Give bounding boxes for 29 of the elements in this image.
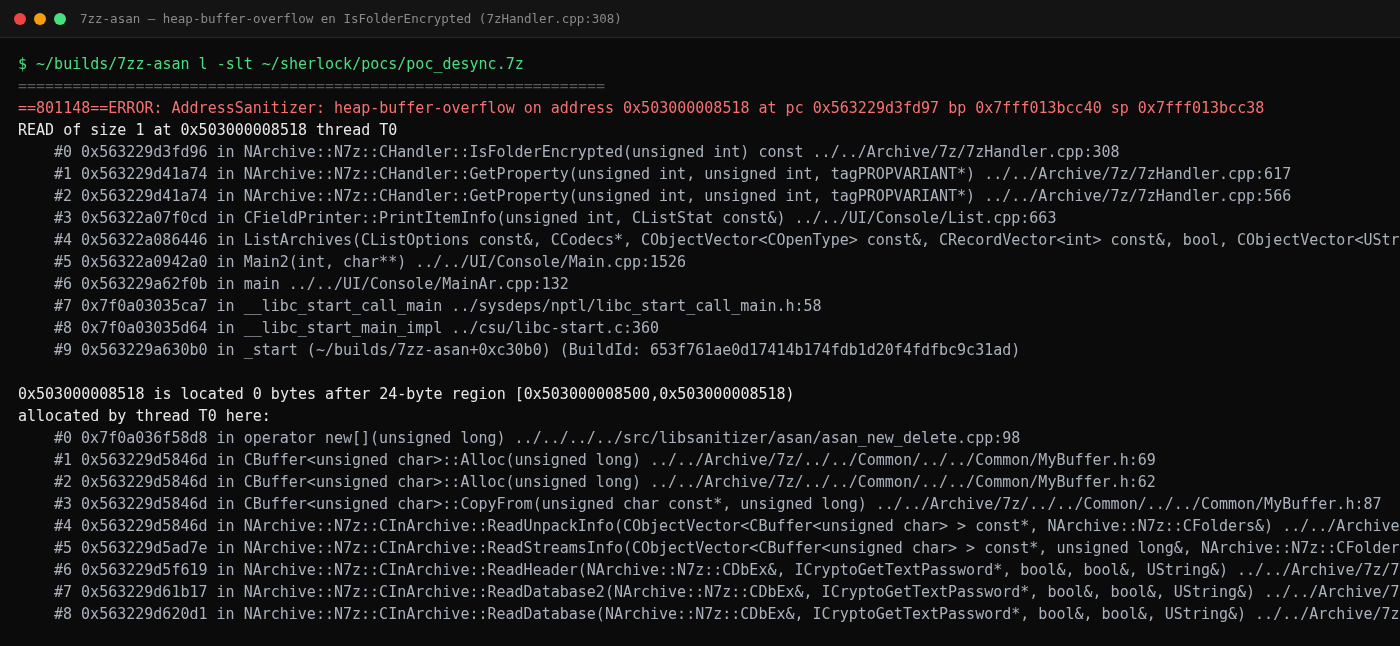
stack-frame-line: #3 0x56322a07f0cd in CFieldPrinter::PrintItemInfo(unsigned int, CListStat const&) ../../UI/Console/List.cpp:663 <box>54 208 1057 229</box>
command-line: $ ~/builds/7zz-asan l -slt ~/sherlock/pocs/poc_desync.7z <box>18 54 524 75</box>
stack-frame-line: #1 0x563229d5846d in CBuffer<unsigned char>::Alloc(unsigned long) ../../Archive/7z/../../Common/../../Common/MyBuffer.h:69 <box>54 450 1156 471</box>
stack-frame-line: #8 0x7f0a03035d64 in __libc_start_main_impl ../csu/libc-start.c:360 <box>54 318 660 339</box>
stack-frame-line: #8 0x563229d620d1 in NArchive::N7z::CInArchive::ReadDatabase(NArchive::N7z::CDbEx&, ICryptoGetTextPassword*, bool&, bool&, UString&) ../../Archive/7z <box>54 604 1400 625</box>
stack-frame-line: #1 0x563229d41a74 in NArchive::N7z::CHandler::GetProperty(unsigned int, unsigned int, tagPROPVARIANT*) ../../Archive/7z/7zHandler.cpp:617 <box>54 164 1292 185</box>
stack-frame-line: #2 0x563229d41a74 in NArchive::N7z::CHandler::GetProperty(unsigned int, unsigned int, tagPROPVARIANT*) ../../Archive/7z/7zHandler.cpp:566 <box>54 186 1292 207</box>
close-button[interactable] <box>14 12 26 25</box>
minimize-button[interactable] <box>34 12 46 25</box>
separator-line: ================================================================= <box>18 76 605 97</box>
output-line: 0x503000008518 is located 0 bytes after 24-byte region [0x503000008500,0x503000008518) <box>18 384 795 405</box>
stack-frame-line: #5 0x56322a0942a0 in Main2(int, char**) ../../UI/Console/Main.cpp:1526 <box>54 252 687 273</box>
maximize-button[interactable] <box>54 12 66 25</box>
stack-frame-line: #4 0x56322a086446 in ListArchives(CListOptions const&, CCodecs*, CObjectVector<COpenType> const&, CRecordVector<int> const&, bool, CObjectVector<UStr <box>54 230 1400 251</box>
error-line: ==801148==ERROR: AddressSanitizer: heap-buffer-overflow on address 0x503000008518 at pc 0x563229d3fd97 bp 0x7fff013bcc40 sp 0x7fff013bcc38 <box>18 98 1265 119</box>
stack-frame-line: #0 0x563229d3fd96 in NArchive::N7z::CHandler::IsFolderEncrypted(unsigned int) const ../../Archive/7z/7zHandler.cpp:308 <box>54 142 1120 163</box>
stack-frame-line: #0 0x7f0a036f58d8 in operator new[](unsigned long) ../../../../src/libsanitizer/asan/asan_new_delete.cpp:98 <box>54 428 1021 449</box>
stack-frame-line: #6 0x563229a62f0b in main ../../UI/Console/MainAr.cpp:132 <box>54 274 569 295</box>
stack-frame-line: #7 0x7f0a03035ca7 in __libc_start_call_main ../sysdeps/nptl/libc_start_call_main.h:58 <box>54 296 822 317</box>
output-line: allocated by thread T0 here: <box>18 406 271 427</box>
window-title: 7zz-asan — heap-buffer-overflow en IsFolderEncrypted (7zHandler.cpp:308) <box>80 11 622 26</box>
stack-frame-line: #2 0x563229d5846d in CBuffer<unsigned char>::Alloc(unsigned long) ../../Archive/7z/../../Common/../../Common/MyBuffer.h:62 <box>54 472 1156 493</box>
stack-frame-line: #5 0x563229d5ad7e in NArchive::N7z::CInArchive::ReadStreamsInfo(CObjectVector<CBuffer<unsigned char> > const*, unsigned long&, NArchive::N7z::CFolder <box>54 538 1400 559</box>
stack-frame-line: #9 0x563229a630b0 in _start (~/builds/7zz-asan+0xc30b0) (BuildId: 653f761ae0d17414b174fdb1d20f4fdfbc9c31ad) <box>54 340 1021 361</box>
stack-frame-line: #7 0x563229d61b17 in NArchive::N7z::CInArchive::ReadDatabase2(NArchive::N7z::CDbEx&, ICryptoGetTextPassword*, bool&, bool&, UString&) ../../Archive/7 <box>54 582 1400 603</box>
stack-frame-line: #4 0x563229d5846d in NArchive::N7z::CInArchive::ReadUnpackInfo(CObjectVector<CBuffer<unsigned char> > const*, NArchive::N7z::CFolders&) ../../Archive <box>54 516 1400 537</box>
stack-frame-line: #3 0x563229d5846d in CBuffer<unsigned char>::CopyFrom(unsigned char const*, unsigned long) ../../Archive/7z/../../Common/../../Common/MyBuffer.h:87 <box>54 494 1382 515</box>
stack-frame-line: #6 0x563229d5f619 in NArchive::N7z::CInArchive::ReadHeader(NArchive::N7z::CDbEx&, ICryptoGetTextPassword*, bool&, bool&, UString&) ../../Archive/7z/7 <box>54 560 1400 581</box>
output-line: READ of size 1 at 0x503000008518 thread T0 <box>18 120 398 141</box>
